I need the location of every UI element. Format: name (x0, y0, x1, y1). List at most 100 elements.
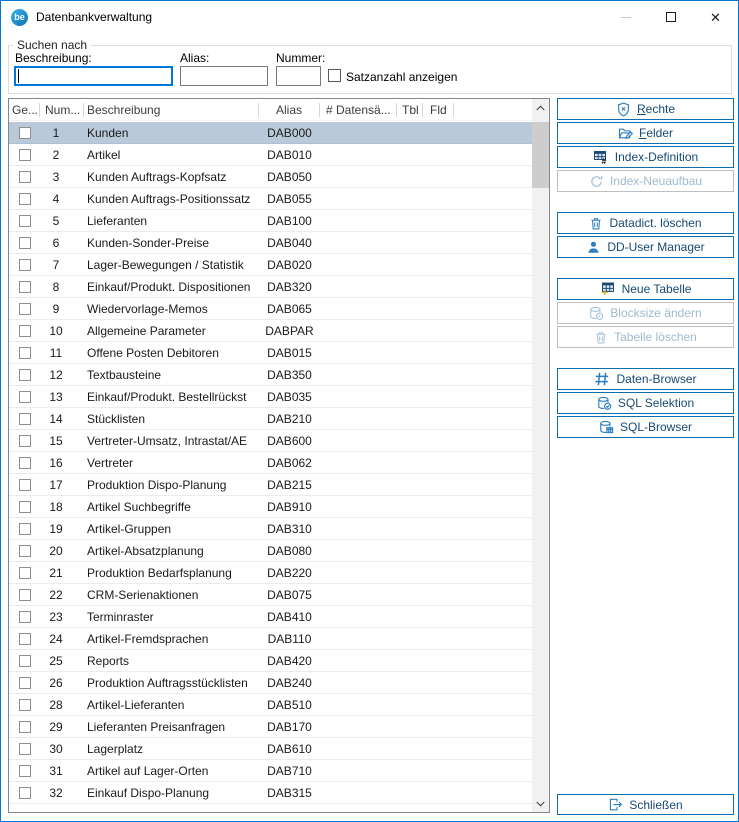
beschreibung-input[interactable] (14, 66, 173, 86)
column-header[interactable]: Beschreibung (84, 103, 259, 117)
table-row[interactable]: 30LagerplatzDAB610 (9, 738, 532, 760)
row-checkbox[interactable] (19, 611, 31, 623)
row-checkbox-cell (9, 237, 40, 249)
row-checkbox[interactable] (19, 347, 31, 359)
table-row[interactable]: 22CRM-SerienaktionenDAB075 (9, 584, 532, 606)
sql-browser-button[interactable]: SQL-Browser (557, 416, 734, 438)
column-header[interactable]: Ge... (9, 103, 40, 117)
daten-browser-button[interactable]: Daten-Browser (557, 368, 734, 390)
row-checkbox[interactable] (19, 501, 31, 513)
close-button[interactable]: ✕ (693, 1, 738, 33)
row-checkbox[interactable] (19, 765, 31, 777)
datadict-loeschen-button[interactable]: Datadict. löschen (557, 212, 734, 234)
row-checkbox[interactable] (19, 237, 31, 249)
table-row[interactable]: 2ArtikelDAB010 (9, 144, 532, 166)
column-header[interactable]: Num... (40, 103, 84, 117)
row-number: 19 (40, 522, 72, 536)
table-row[interactable]: 4Kunden Auftrags-PositionssatzDAB055 (9, 188, 532, 210)
row-checkbox[interactable] (19, 589, 31, 601)
vertical-scrollbar[interactable] (532, 99, 549, 812)
row-beschreibung: Artikel-Absatzplanung (72, 544, 259, 558)
scroll-down-button[interactable] (532, 795, 549, 812)
row-beschreibung: Lager-Bewegungen / Statistik (72, 258, 259, 272)
row-checkbox[interactable] (19, 479, 31, 491)
table-row[interactable]: 19Artikel-GruppenDAB310 (9, 518, 532, 540)
table-row[interactable]: 20Artikel-AbsatzplanungDAB080 (9, 540, 532, 562)
table-row[interactable]: 16VertreterDAB062 (9, 452, 532, 474)
column-header[interactable]: Alias (259, 103, 320, 117)
table-row[interactable]: 11Offene Posten DebitorenDAB015 (9, 342, 532, 364)
table-row[interactable]: 10Allgemeine ParameterDABPAR (9, 320, 532, 342)
table-row[interactable]: 6Kunden-Sonder-PreiseDAB040 (9, 232, 532, 254)
table-row[interactable]: 8Einkauf/Produkt. DispositionenDAB320 (9, 276, 532, 298)
dd-user-manager-button[interactable]: DD-User Manager (557, 236, 734, 258)
row-checkbox[interactable] (19, 699, 31, 711)
row-alias: DAB055 (259, 192, 320, 206)
table-row[interactable]: 25ReportsDAB420 (9, 650, 532, 672)
row-checkbox[interactable] (19, 721, 31, 733)
table-row[interactable]: 3Kunden Auftrags-KopfsatzDAB050 (9, 166, 532, 188)
table-row[interactable]: 12TextbausteineDAB350 (9, 364, 532, 386)
table-row[interactable]: 17Produktion Dispo-PlanungDAB215 (9, 474, 532, 496)
row-checkbox[interactable] (19, 523, 31, 535)
row-checkbox[interactable] (19, 677, 31, 689)
row-checkbox[interactable] (19, 435, 31, 447)
table-row[interactable]: 15Vertreter-Umsatz, Intrastat/AEDAB600 (9, 430, 532, 452)
nummer-input[interactable] (276, 66, 321, 86)
row-checkbox[interactable] (19, 149, 31, 161)
row-checkbox[interactable] (19, 655, 31, 667)
rechte-button[interactable]: Rechte (557, 98, 734, 120)
database-grid-icon (599, 420, 614, 435)
row-checkbox[interactable] (19, 369, 31, 381)
column-header[interactable]: Tbl (397, 103, 423, 117)
button-label: SQL-Browser (620, 420, 692, 434)
table-row[interactable]: 5LieferantenDAB100 (9, 210, 532, 232)
table-row[interactable]: 21Produktion BedarfsplanungDAB220 (9, 562, 532, 584)
row-checkbox[interactable] (19, 567, 31, 579)
neue-tabelle-button[interactable]: Neue Tabelle (557, 278, 734, 300)
row-checkbox-cell (9, 743, 40, 755)
satzanzahl-checkbox[interactable] (328, 69, 341, 82)
table-row[interactable]: 9Wiedervorlage-MemosDAB065 (9, 298, 532, 320)
table-row[interactable]: 29Lieferanten PreisanfragenDAB170 (9, 716, 532, 738)
felder-button[interactable]: Felder (557, 122, 734, 144)
row-checkbox[interactable] (19, 303, 31, 315)
table-row[interactable]: 14StücklistenDAB210 (9, 408, 532, 430)
table-row[interactable]: 26Produktion AuftragsstücklistenDAB240 (9, 672, 532, 694)
column-header[interactable]: # Datensä... (320, 103, 397, 117)
table-row[interactable]: 7Lager-Bewegungen / StatistikDAB020 (9, 254, 532, 276)
row-number: 13 (40, 390, 72, 404)
row-checkbox[interactable] (19, 281, 31, 293)
table-row[interactable]: 31Artikel auf Lager-OrtenDAB710 (9, 760, 532, 782)
row-checkbox[interactable] (19, 127, 31, 139)
row-alias: DAB210 (259, 412, 320, 426)
table-row[interactable]: 28Artikel-LieferantenDAB510 (9, 694, 532, 716)
scrollbar-thumb[interactable] (532, 122, 549, 188)
schliessen-button[interactable]: Schließen (557, 794, 734, 815)
row-checkbox[interactable] (19, 743, 31, 755)
scroll-up-button[interactable] (532, 99, 549, 116)
table-row[interactable]: 13Einkauf/Produkt. BestellrückstDAB035 (9, 386, 532, 408)
row-checkbox[interactable] (19, 545, 31, 557)
table-row[interactable]: 24Artikel-FremdsprachenDAB110 (9, 628, 532, 650)
row-checkbox[interactable] (19, 171, 31, 183)
row-checkbox[interactable] (19, 193, 31, 205)
table-row[interactable]: 23TerminrasterDAB410 (9, 606, 532, 628)
table-row[interactable]: 32Einkauf Dispo-PlanungDAB315 (9, 782, 532, 804)
row-checkbox[interactable] (19, 457, 31, 469)
row-checkbox[interactable] (19, 413, 31, 425)
row-checkbox[interactable] (19, 215, 31, 227)
sql-selektion-button[interactable]: SQL Selektion (557, 392, 734, 414)
row-checkbox[interactable] (19, 325, 31, 337)
row-checkbox[interactable] (19, 391, 31, 403)
alias-input[interactable] (180, 66, 268, 86)
row-checkbox[interactable] (19, 787, 31, 799)
maximize-button[interactable] (648, 1, 693, 33)
column-header[interactable]: Fld (423, 103, 454, 117)
row-checkbox[interactable] (19, 633, 31, 645)
index-definition-button[interactable]: #Index-Definition (557, 146, 734, 168)
row-number: 31 (40, 764, 72, 778)
row-checkbox[interactable] (19, 259, 31, 271)
table-row[interactable]: 1KundenDAB000 (9, 122, 532, 144)
table-row[interactable]: 18Artikel SuchbegriffeDAB910 (9, 496, 532, 518)
